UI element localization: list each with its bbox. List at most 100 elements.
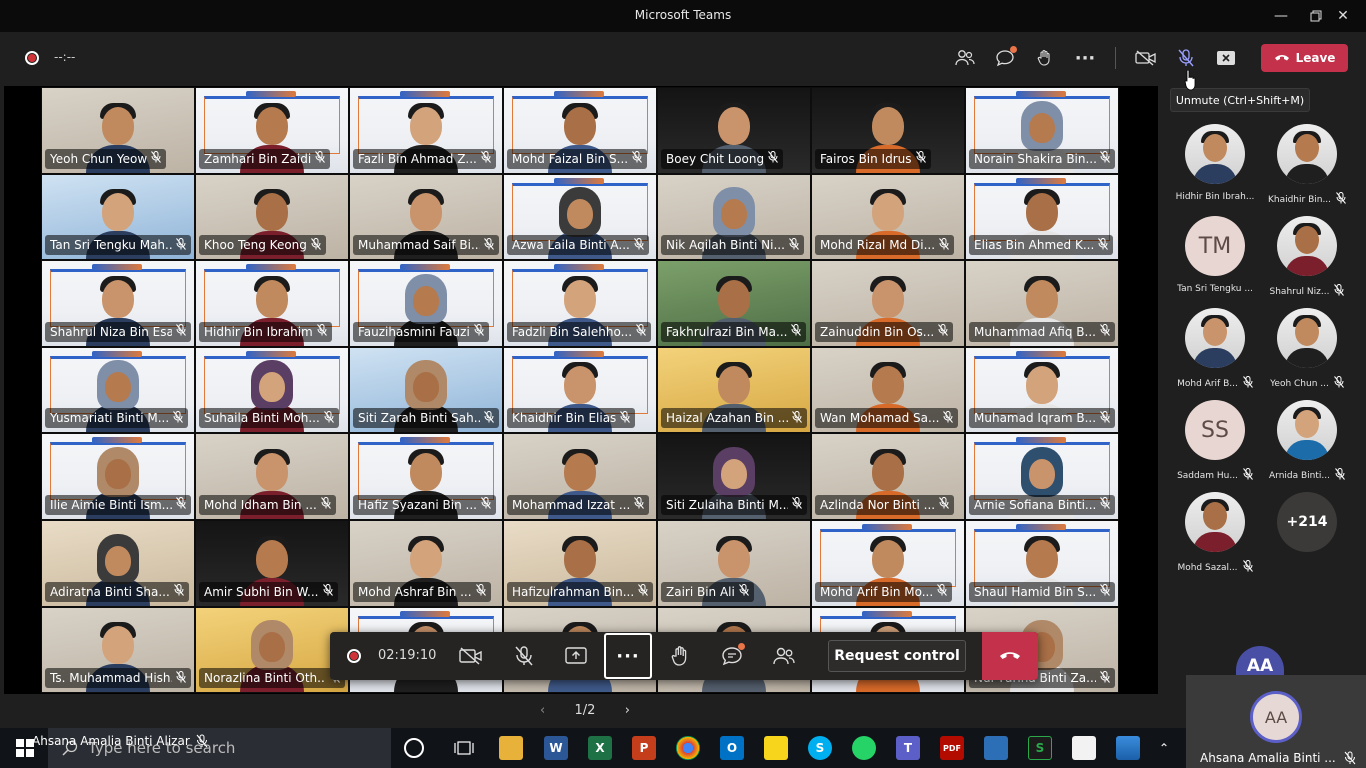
participant-tile[interactable]: Tan Sri Tengku Mah... [41,173,195,261]
participant-tile[interactable]: Shaul Hamid Bin S... [965,519,1119,607]
participant-tile[interactable]: Mohd Faizal Bin S... [503,87,657,174]
stop-sharing-icon[interactable] [1211,44,1241,72]
participant-tile[interactable]: Ts. Muhammad Hish... [41,606,195,694]
participant-tile[interactable]: Khoo Teng Keong [195,173,349,261]
participant-tile[interactable]: Siti Zulaiha Binti M... [657,433,811,520]
attendee-item[interactable]: Yeoh Chun ... [1261,308,1353,391]
attendee-item[interactable]: Khaidhir Bin... [1261,124,1353,207]
app-s-icon[interactable]: S [1028,736,1052,760]
previous-page-icon[interactable]: ‹ [540,703,545,718]
participant-tile[interactable]: Hidhir Bin Ibrahim [195,260,349,347]
attendee-item[interactable]: Mohd Sazal... [1169,492,1261,575]
document-icon[interactable] [1072,736,1096,760]
self-mic-muted-icon [1344,751,1356,765]
participant-tile[interactable]: Fadzli Bin Salehho... [503,260,657,347]
skype-icon[interactable]: S [808,736,832,760]
participant-tile[interactable]: Mohd Ashraf Bin ... [349,519,503,607]
participant-tile[interactable]: Muhammad Saif Bi... [349,173,503,261]
participants-icon[interactable] [950,44,980,72]
mic-muted-icon [1243,468,1253,483]
participant-tile[interactable]: Nik Aqilah Binti Ni... [657,173,811,261]
participant-tile[interactable]: Zairi Bin Ali [657,519,811,607]
request-control-button[interactable]: Request control [828,640,966,672]
participant-tile[interactable]: Mohammad Izzat ... [503,433,657,520]
task-view-icon[interactable] [452,736,476,760]
file-explorer-icon[interactable] [499,736,523,760]
participant-tile[interactable]: Fakhrulrazi Bin Ma... [657,260,811,347]
calculator-icon[interactable] [984,736,1008,760]
participant-tile[interactable]: Adiratna Binti Sha... [41,519,195,607]
participant-tile[interactable]: Fazli Bin Ahmad Z... [349,87,503,174]
participant-tile[interactable]: Zamhari Bin Zaidi [195,87,349,174]
participant-tile[interactable]: Siti Zarah Binti Sah... [349,346,503,434]
attendee-item[interactable]: TM Tan Sri Tengku ... [1169,216,1261,294]
leave-button[interactable]: Leave [1261,44,1348,72]
attendee-item[interactable]: Shahrul Niz... [1261,216,1353,299]
participant-tile[interactable]: Muhammad Afiq B... [965,260,1119,347]
chat-icon[interactable] [990,44,1020,72]
participant-tile[interactable]: Mohd Rizal Md Di... [811,173,965,261]
pdf-editor-icon[interactable]: PDF [940,736,964,760]
participant-tile[interactable]: Azwa Laila Binti A... [503,173,657,261]
cortana-icon[interactable] [404,738,424,758]
participant-tile[interactable]: Suhaila Binti Moh... [195,346,349,434]
raise-hand-icon[interactable] [1030,44,1060,72]
participant-tile[interactable]: Amir Subhi Bin W... [195,519,349,607]
participant-name-label: Khaidhir Bin Elias [507,408,636,429]
participant-tile[interactable]: Wan Mohamad Sa... [811,346,965,434]
participant-tile[interactable]: Boey Chit Loong [657,87,811,174]
participant-tile[interactable]: Norain Shakira Bin... [965,87,1119,174]
word-icon[interactable]: W [544,736,568,760]
attendee-item[interactable]: Arnida Binti... [1261,400,1353,483]
powerpoint-icon[interactable]: P [632,736,656,760]
participant-tile[interactable]: Yeoh Chun Yeow [41,87,195,174]
attendee-name-row: Mohd Arif B... [1169,376,1261,391]
participant-tile[interactable]: Shahrul Niza Bin Esa [41,260,195,347]
camera-toggle-icon[interactable] [454,640,488,672]
participant-tile[interactable]: Mohd Arif Bin Mo... [811,519,965,607]
participant-grid: Yeoh Chun Yeow Zamhari Bin Zaidi Fazli Bin… [41,87,1119,694]
chat-button-icon[interactable] [715,640,749,672]
mic-toggle-icon[interactable] [507,640,541,672]
outlook-icon[interactable]: O [720,736,744,760]
participant-tile[interactable]: Fauzihasmini Fauzi [349,260,503,347]
participant-tile[interactable]: Khaidhir Bin Elias [503,346,657,434]
participant-tile[interactable]: Elias Bin Ahmed K... [965,173,1119,261]
participant-name: Azlinda Nor Binti ... [820,497,936,512]
raise-hand-button-icon[interactable] [663,640,697,672]
participant-tile[interactable]: Mohd Idham Bin ... [195,433,349,520]
whatsapp-icon[interactable] [852,736,876,760]
teams-icon[interactable]: T [896,736,920,760]
more-attendees-button[interactable]: +214 [1261,492,1353,552]
attendee-item[interactable]: Hidhir Bin Ibrah... [1169,124,1261,202]
participant-tile[interactable]: Azlinda Nor Binti ... [811,433,965,520]
camera-off-icon[interactable] [1131,44,1161,72]
participant-tile[interactable]: Hafizulrahman Bin... [503,519,657,607]
participant-tile[interactable]: Hafiz Syazani Bin ... [349,433,503,520]
photos-icon[interactable] [1116,736,1140,760]
participant-tile[interactable]: Yusmariati Binti M... [41,346,195,434]
chrome-icon[interactable] [676,736,700,760]
participant-tile[interactable]: Haizal Azahan Bin ... [657,346,811,434]
self-avatar: AA [1250,691,1302,743]
participant-tile[interactable]: Ilie Aimie Binti Ism... [41,433,195,520]
participant-tile[interactable]: Zainuddin Bin Os... [811,260,965,347]
next-page-icon[interactable]: › [625,703,630,718]
people-button-icon[interactable] [767,640,801,672]
more-options-icon[interactable]: ··· [1070,44,1100,72]
sticky-notes-icon[interactable] [764,736,788,760]
excel-icon[interactable]: X [588,736,612,760]
more-actions-button[interactable]: ··· [604,633,652,679]
hang-up-button[interactable] [982,632,1038,680]
attendee-item[interactable]: Mohd Arif B... [1169,308,1261,391]
share-screen-icon[interactable] [559,640,593,672]
system-tray-chevron-icon[interactable]: ⌃ [1152,736,1176,760]
attendee-item[interactable]: SS Saddam Hu... [1169,400,1261,483]
close-icon[interactable]: ✕ [1320,0,1366,32]
participant-tile[interactable]: Arnie Sofiana Binti... [965,433,1119,520]
mic-muted-icon[interactable] [1171,44,1201,72]
participant-tile[interactable]: Muhamad Iqram B... [965,346,1119,434]
participant-tile[interactable]: Norazlina Binti Oth... [195,606,349,694]
participant-tile[interactable]: Fairos Bin Idrus [811,87,965,174]
mic-muted-icon [915,151,926,166]
